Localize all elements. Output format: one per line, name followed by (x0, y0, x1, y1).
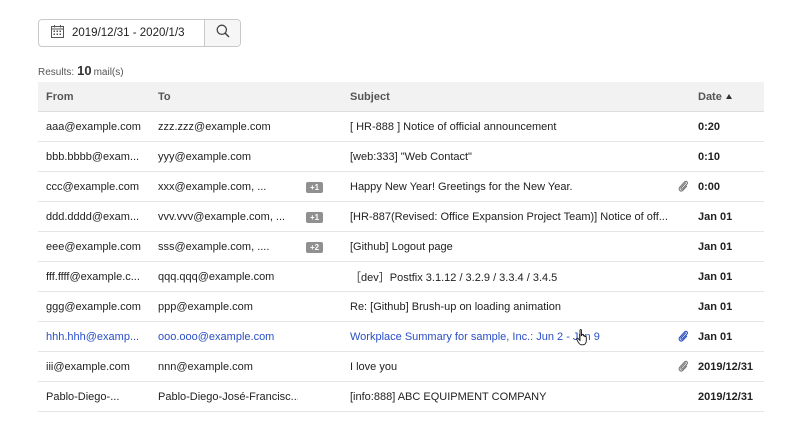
cell-date: 0:10 (698, 150, 721, 163)
cell-to: nnn@example.com (158, 360, 253, 373)
cell-to: qqq.qqq@example.com (158, 270, 275, 283)
attachment-icon (678, 180, 689, 196)
recipient-count-badge: +1 (306, 211, 324, 223)
table-row[interactable]: ddd.dddd@exam... vvv.vvv@example.com, ...… (38, 202, 764, 232)
cell-date: 2019/12/31 (698, 390, 754, 403)
table-row[interactable]: fff.ffff@example.c... qqq.qqq@example.com… (38, 262, 764, 292)
results-count: 10 (77, 63, 92, 78)
cell-subject: [HR-887(Revised: Office Expansion Projec… (350, 210, 668, 223)
search-icon (216, 24, 230, 43)
attachment-icon (678, 330, 689, 346)
cell-from: Pablo-Diego-... (46, 390, 120, 403)
table-row[interactable]: Pablo-Diego-... Pablo-Diego-José-Francisc… (38, 382, 764, 412)
cell-to: ppp@example.com (158, 300, 253, 313)
cell-to: vvv.vvv@example.com, ... (158, 210, 286, 223)
table-body: aaa@example.com zzz.zzz@example.com [ HR-8… (38, 112, 764, 412)
cell-subject: [ HR-888 ] Notice of official announceme… (350, 120, 557, 133)
cell-date: Jan 01 (698, 300, 733, 313)
table-row[interactable]: ggg@example.com ppp@example.com Re: [Githu… (38, 292, 764, 322)
cell-subject: [info:888] ABC EQUIPMENT COMPANY (350, 390, 547, 403)
cell-date: Jan 01 (698, 270, 733, 283)
cell-subject: ［dev］Postfix 3.1.12 / 3.2.9 / 3.3.4 / 3.… (350, 271, 558, 284)
cell-subject: [Github] Logout page (350, 240, 453, 253)
cell-subject: [web:333] "Web Contact" (350, 150, 472, 163)
cell-from: hhh.hhh@examp... (46, 330, 140, 343)
attachment-icon (678, 360, 689, 376)
calendar-icon (51, 25, 72, 41)
cell-from: ddd.dddd@exam... (46, 210, 140, 223)
cell-subject: Happy New Year! Greetings for the New Ye… (350, 180, 573, 193)
cell-to: ooo.ooo@example.com (158, 330, 275, 343)
cell-date: Jan 01 (698, 240, 733, 253)
cell-date: Jan 01 (698, 210, 733, 223)
column-header-date-label: Date (698, 90, 722, 103)
cell-subject: Workplace Summary for sample, Inc.: Jun … (350, 330, 600, 343)
hand-pointer-cursor-icon (576, 329, 589, 351)
sort-ascending-icon (725, 93, 732, 99)
table-row[interactable]: eee@example.com sss@example.com, .... +2 [G… (38, 232, 764, 262)
recipient-count-badge: +1 (306, 181, 324, 193)
cell-to: sss@example.com, .... (158, 240, 270, 253)
cell-from: eee@example.com (46, 240, 141, 253)
cell-date: 2019/12/31 (698, 360, 754, 373)
badge-label: +1 (306, 181, 324, 193)
cell-from: bbb.bbbb@exam... (46, 150, 140, 163)
table-row[interactable]: hhh.hhh@examp... ooo.ooo@example.com Workp… (38, 322, 764, 352)
results-unit: mail(s) (93, 67, 124, 78)
cell-from: aaa@example.com (46, 120, 141, 133)
cell-to: zzz.zzz@example.com (158, 120, 271, 133)
column-header-to[interactable]: To (158, 91, 298, 103)
badge-label: +2 (306, 241, 324, 253)
column-header-subject[interactable]: Subject (350, 91, 668, 103)
cell-from: iii@example.com (46, 360, 130, 373)
cell-subject: Re: [Github] Brush-up on loading animati… (350, 300, 561, 313)
cell-subject: I love you (350, 360, 398, 373)
cell-to: Pablo-Diego-José-Francisc... (158, 390, 298, 403)
date-range-field[interactable]: 2019/12/31 - 2020/1/3 (39, 20, 204, 46)
column-header-date[interactable]: Date (698, 91, 732, 103)
results-summary: Results: 10 mail(s) (38, 63, 124, 78)
search-button[interactable] (204, 20, 240, 46)
cell-date: 0:00 (698, 180, 721, 193)
column-header-from[interactable]: From (46, 91, 154, 103)
mail-table: From To Subject Date aaa@example.com zzz.… (38, 82, 764, 412)
cell-to: yyy@example.com (158, 150, 252, 163)
table-row[interactable]: ccc@example.com xxx@example.com, ... +1 Hap… (38, 172, 764, 202)
cell-date: 0:20 (698, 120, 721, 133)
cell-date: Jan 01 (698, 330, 733, 343)
table-row[interactable]: iii@example.com nnn@example.com I love you… (38, 352, 764, 382)
cell-to: xxx@example.com, ... (158, 180, 267, 193)
badge-label: +1 (306, 211, 324, 223)
cell-from: ggg@example.com (46, 300, 141, 313)
date-range-value: 2019/12/31 - 2020/1/3 (72, 27, 185, 39)
table-row[interactable]: bbb.bbbb@exam... yyy@example.com [web:333]… (38, 142, 764, 172)
cell-from: fff.ffff@example.c... (46, 270, 140, 283)
cell-from: ccc@example.com (46, 180, 140, 193)
recipient-count-badge: +2 (306, 241, 324, 253)
table-header: From To Subject Date (38, 82, 764, 112)
date-range-search: 2019/12/31 - 2020/1/3 (38, 19, 241, 47)
results-label: Results: (38, 67, 75, 78)
table-row[interactable]: aaa@example.com zzz.zzz@example.com [ HR-8… (38, 112, 764, 142)
